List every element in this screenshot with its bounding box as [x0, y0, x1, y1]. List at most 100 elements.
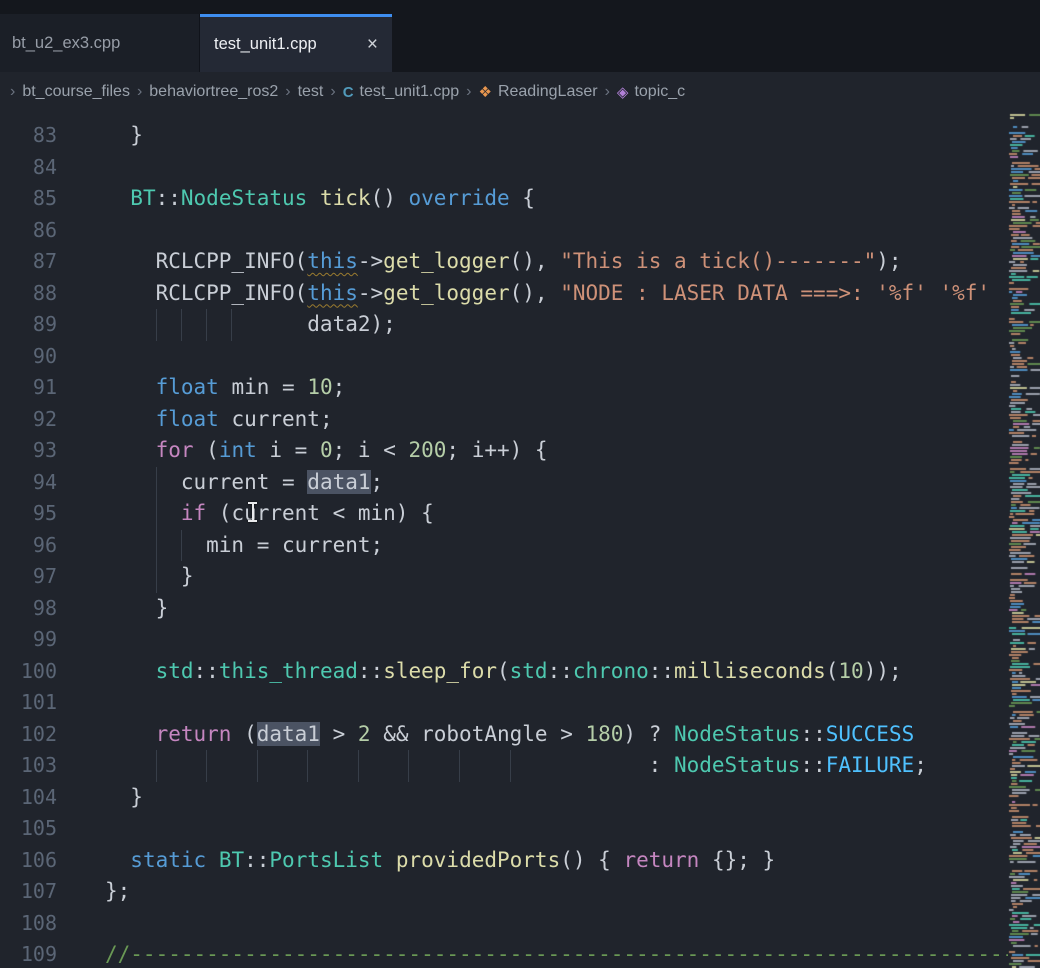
line-number[interactable]: 87 — [0, 246, 57, 278]
minimap[interactable] — [1008, 112, 1040, 968]
minimap-canvas[interactable] — [1008, 112, 1040, 968]
line-number[interactable]: 106 — [0, 845, 57, 877]
method-symbol-icon: ◈ — [617, 85, 629, 100]
code-text: static BT::PortsList providedPorts() { r… — [105, 845, 1040, 877]
code-text: min = current; — [105, 530, 1040, 562]
line-number[interactable]: 100 — [0, 656, 57, 688]
line-number[interactable]: 98 — [0, 593, 57, 625]
line-number[interactable]: 108 — [0, 908, 57, 940]
line-number[interactable]: 95 — [0, 498, 57, 530]
breadcrumb-item-test_unit1-cpp[interactable]: C test_unit1.cpp — [343, 83, 459, 101]
line-number[interactable]: 94 — [0, 467, 57, 499]
breadcrumb-item-bt_course_files[interactable]: bt_course_files — [22, 83, 130, 101]
code-line[interactable]: 91 float min = 10; — [0, 372, 1040, 404]
line-number[interactable]: 91 — [0, 372, 57, 404]
line-number[interactable]: 90 — [0, 341, 57, 373]
code-text — [105, 908, 1040, 940]
indent-guide — [181, 309, 182, 341]
line-number[interactable]: 92 — [0, 404, 57, 436]
code-text: return (data1 > 2 && robotAngle > 180) ?… — [105, 719, 1040, 751]
line-number[interactable]: 84 — [0, 152, 57, 184]
editor-pane[interactable]: 83 }8485 BT::NodeStatus tick() override … — [0, 112, 1040, 968]
indent-guide — [206, 750, 207, 782]
line-number[interactable]: 85 — [0, 183, 57, 215]
line-number[interactable]: 89 — [0, 309, 57, 341]
line-number[interactable]: 107 — [0, 876, 57, 908]
line-number[interactable]: 109 — [0, 939, 57, 968]
code-line[interactable]: 103 : NodeStatus::FAILURE; — [0, 750, 1040, 782]
breadcrumb-label: ReadingLaser — [498, 83, 598, 101]
code-line[interactable]: 101 — [0, 687, 1040, 719]
code-area[interactable]: 83 }8485 BT::NodeStatus tick() override … — [0, 112, 1040, 968]
line-number[interactable]: 88 — [0, 278, 57, 310]
line-number[interactable]: 102 — [0, 719, 57, 751]
line-number[interactable]: 83 — [0, 120, 57, 152]
line-number[interactable]: 105 — [0, 813, 57, 845]
code-line[interactable]: 93 for (int i = 0; i < 200; i++) { — [0, 435, 1040, 467]
code-line[interactable]: 98 } — [0, 593, 1040, 625]
indent-guide — [510, 750, 511, 782]
line-number[interactable]: 103 — [0, 750, 57, 782]
line-number[interactable]: 99 — [0, 624, 57, 656]
breadcrumb-item-behaviortree_ros2[interactable]: behaviortree_ros2 — [149, 83, 278, 101]
code-text: } — [105, 120, 1040, 152]
breadcrumb-label: topic_c — [634, 83, 685, 101]
chevron-right-icon: › — [285, 83, 290, 101]
line-number[interactable]: 101 — [0, 687, 57, 719]
line-number[interactable]: 96 — [0, 530, 57, 562]
chevron-right-icon: › — [137, 83, 142, 101]
class-symbol-icon: ❖ — [479, 85, 492, 100]
code-line[interactable]: 99 — [0, 624, 1040, 656]
indent-guide — [206, 309, 207, 341]
code-text: for (int i = 0; i < 200; i++) { — [105, 435, 1040, 467]
code-line[interactable]: 83 } — [0, 120, 1040, 152]
line-number[interactable]: 86 — [0, 215, 57, 247]
code-line[interactable]: 108 — [0, 908, 1040, 940]
code-line[interactable]: 109 //-----------------------------------… — [0, 939, 1040, 968]
code-line[interactable]: 97 } — [0, 561, 1040, 593]
chevron-right-icon: › — [605, 83, 610, 101]
code-line[interactable]: 87 RCLCPP_INFO(this->get_logger(), "This… — [0, 246, 1040, 278]
line-number[interactable]: 97 — [0, 561, 57, 593]
line-number[interactable]: 104 — [0, 782, 57, 814]
code-text: } — [105, 593, 1040, 625]
tab-label: bt_u2_ex3.cpp — [12, 34, 120, 53]
code-text: float current; — [105, 404, 1040, 436]
chevron-right-icon: › — [330, 83, 335, 101]
code-line[interactable]: 95 if (current < min) { — [0, 498, 1040, 530]
indent-guide — [156, 561, 157, 593]
code-text: current = data1; — [105, 467, 1040, 499]
line-number[interactable]: 93 — [0, 435, 57, 467]
code-line[interactable]: 106 static BT::PortsList providedPorts()… — [0, 845, 1040, 877]
breadcrumb-item-test[interactable]: test — [298, 83, 324, 101]
code-line[interactable]: 105 — [0, 813, 1040, 845]
code-line[interactable]: 107}; — [0, 876, 1040, 908]
code-line[interactable]: 102 return (data1 > 2 && robotAngle > 18… — [0, 719, 1040, 751]
code-line[interactable]: 89 data2); — [0, 309, 1040, 341]
code-text — [105, 687, 1040, 719]
code-line[interactable]: 90 — [0, 341, 1040, 373]
breadcrumb-label: behaviortree_ros2 — [149, 83, 278, 101]
chevron-right-icon: › — [10, 83, 15, 101]
code-line[interactable]: 94 current = data1; — [0, 467, 1040, 499]
code-text: } — [105, 561, 1040, 593]
code-text: }; — [105, 876, 1040, 908]
indent-guide — [156, 498, 157, 530]
code-line[interactable]: 104 } — [0, 782, 1040, 814]
code-line[interactable]: 86 — [0, 215, 1040, 247]
code-line[interactable]: 96 min = current; — [0, 530, 1040, 562]
chevron-right-icon: › — [466, 83, 471, 101]
breadcrumb-item-topic[interactable]: ◈ topic_c — [617, 83, 685, 101]
code-text: //--------------------------------------… — [105, 939, 1040, 968]
code-line[interactable]: 84 — [0, 152, 1040, 184]
tab-test_unit1[interactable]: test_unit1.cpp × — [200, 14, 392, 72]
tab-bt_u2_ex3[interactable]: bt_u2_ex3.cpp — [0, 14, 200, 72]
indent-guide — [156, 309, 157, 341]
code-line[interactable]: 100 std::this_thread::sleep_for(std::chr… — [0, 656, 1040, 688]
code-line[interactable]: 92 float current; — [0, 404, 1040, 436]
close-icon[interactable]: × — [367, 35, 378, 54]
code-line[interactable]: 85 BT::NodeStatus tick() override { — [0, 183, 1040, 215]
breadcrumb-item-readinglaser[interactable]: ❖ ReadingLaser — [479, 83, 598, 101]
code-line[interactable]: 88 RCLCPP_INFO(this->get_logger(), "NODE… — [0, 278, 1040, 310]
code-text: if (current < min) { — [105, 498, 1040, 530]
